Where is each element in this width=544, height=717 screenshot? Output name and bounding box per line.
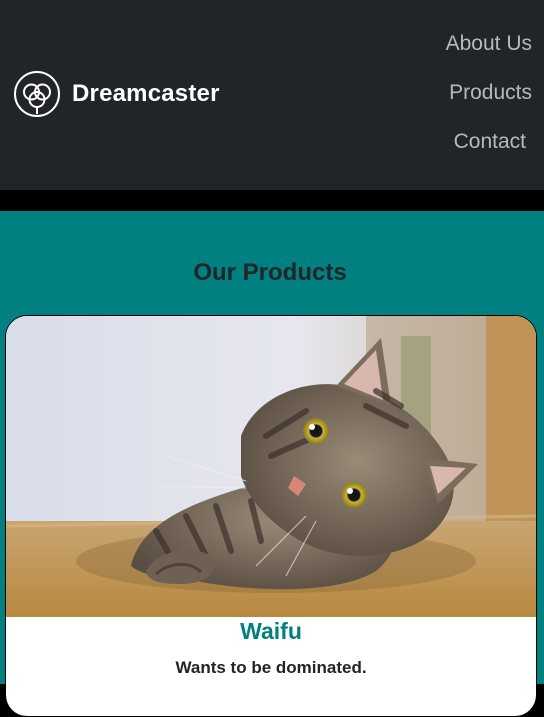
- product-card[interactable]: Waifu Wants to be dominated.: [5, 315, 537, 717]
- flower-logo-icon: [14, 71, 60, 117]
- header-divider: [0, 190, 544, 211]
- nav-link-contact[interactable]: Contact: [412, 124, 532, 173]
- site-header: Dreamcaster About Us Products Contact: [0, 0, 544, 190]
- products-section: Our Products Waifu Wants to be dominated…: [0, 211, 544, 717]
- brand-name: Dreamcaster: [72, 80, 220, 107]
- main-nav: About Us Products Contact: [412, 26, 532, 173]
- tabby-cat-photo: [6, 316, 536, 617]
- nav-link-about-us[interactable]: About Us: [412, 26, 532, 75]
- section-title: Our Products: [193, 259, 347, 286]
- brand-link[interactable]: Dreamcaster: [13, 70, 220, 118]
- product-description: Wants to be dominated.: [175, 658, 367, 677]
- product-name: Waifu: [240, 618, 302, 644]
- nav-link-products[interactable]: Products: [412, 75, 532, 124]
